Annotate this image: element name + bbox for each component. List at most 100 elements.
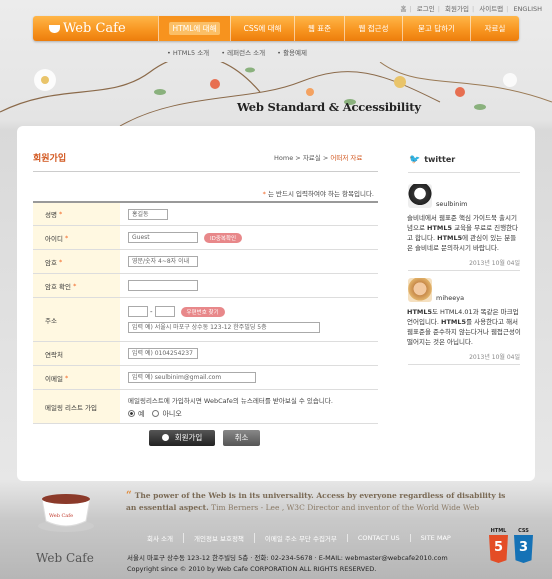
required-note: * 는 반드시 입력하여야 하는 항목입니다.: [263, 188, 374, 198]
join-button-label: 회원가입: [174, 433, 203, 442]
quote-mark-icon: “: [126, 490, 132, 501]
gnb-item-qna[interactable]: 묻고 답하기: [402, 16, 470, 41]
radio-no-label: 아니오: [162, 409, 182, 418]
password-input[interactable]: 영문/숫자 4~8자 이내: [128, 256, 198, 267]
cancel-button[interactable]: 취소: [223, 430, 260, 446]
badge-label: CSS: [518, 528, 529, 534]
form-label: 아이디 *: [33, 226, 120, 249]
sub-nav-item[interactable]: • 레퍼런스 소개: [221, 49, 265, 57]
form-value: 홍길동: [120, 203, 378, 225]
id-check-button[interactable]: ID중복확인: [204, 232, 243, 243]
form-value: 메일링리스트에 가입하시면 WebCafe의 뉴스레터를 받아보실 수 있습니다…: [120, 390, 378, 423]
sub-nav-item[interactable]: • 활용예제: [277, 49, 307, 57]
tweet-text: 슬비네에서 웹표준 핵심 가이드북 출시기념으로 HTML5 교육을 무료로 진…: [407, 213, 521, 253]
form-value: Guest ID중복확인: [120, 226, 378, 249]
join-form: 성명 * 홍길동 아이디 * Guest ID중복확인 암호 * 영문/숫자 4~…: [33, 201, 378, 424]
breadcrumb-section[interactable]: 자료실: [303, 154, 321, 162]
quote: “The power of the Web is in its universa…: [126, 490, 506, 514]
zip2-input[interactable]: [154, 306, 175, 317]
required-star-icon: *: [65, 233, 69, 242]
twitter-header: 🐦 twitter: [409, 155, 455, 165]
tweet-date: 2013년 10월 04일: [469, 260, 520, 267]
gnb-item-accessibility[interactable]: 웹 접근성: [344, 16, 402, 41]
footer-cup-label: Web Cafe: [49, 513, 74, 519]
tweet-divider: [408, 364, 520, 365]
footer-link-about[interactable]: 회사 소개: [137, 533, 183, 543]
footer-link-email-policy[interactable]: 이메일 주소 무단 수집거부: [253, 533, 347, 543]
radio-yes[interactable]: [128, 410, 135, 417]
breadcrumb-home[interactable]: Home: [274, 154, 293, 162]
quote-author: Tim Berners - Lee , W3C Director and inv…: [211, 503, 480, 512]
form-row-password: 암호 * 영문/숫자 4~8자 이내: [33, 250, 378, 274]
form-label: 메일링 리스트 가입: [33, 390, 120, 423]
email-label: 이메일: [45, 374, 63, 383]
form-row-mailing: 메일링 리스트 가입 메일링리스트에 가입하시면 WebCafe의 뉴스레터를 …: [33, 390, 378, 424]
form-value: 입력 예) 0104254237: [120, 342, 378, 365]
util-link-home[interactable]: 홈: [401, 5, 407, 13]
gnb-item-css[interactable]: CSS에 대해: [230, 16, 294, 41]
page-title: 회원가입: [33, 154, 67, 164]
join-button[interactable]: 회원가입: [149, 430, 215, 446]
gnb-label: 묻고 답하기: [418, 24, 455, 33]
html5-badge-icon: 5: [489, 535, 508, 563]
name-label: 성명: [45, 211, 57, 219]
gnb-item-webstandard[interactable]: 웹 표준: [294, 16, 344, 41]
breadcrumb-separator: >: [322, 154, 329, 162]
tweet-text-bold: HTML5: [441, 318, 467, 326]
sub-nav-item[interactable]: • HTML5 소개: [167, 49, 209, 57]
email-input[interactable]: 입력 예) seulbinim@gmail.com: [128, 372, 256, 383]
gnb-label: 웹 표준: [307, 24, 332, 33]
id-label: 아이디: [45, 234, 63, 243]
name-input[interactable]: 홍길동: [128, 208, 168, 220]
banner-floral-decoration: [0, 62, 552, 126]
avatar: [408, 278, 432, 302]
zip1-input[interactable]: [128, 306, 148, 317]
tweet-username[interactable]: miheeya: [436, 294, 464, 302]
footer-address: 서울시 마포구 상수동 123-12 한주빌딩 5층 · 전화: 02-234-…: [127, 554, 448, 562]
footer-link-privacy[interactable]: 개인정보 보호정책: [183, 533, 254, 543]
phone-input[interactable]: 입력 예) 0104254237: [128, 348, 198, 359]
footer-logo: Web Cafe: [36, 551, 94, 565]
gnb-label: HTML에 대해: [168, 22, 221, 35]
required-star-icon: *: [65, 373, 69, 382]
utility-nav: 홈 | 로그인 | 회원가입 | 사이트맵 | ENGLISH: [400, 5, 542, 13]
tweet-username[interactable]: seulbinim: [436, 200, 468, 208]
mailing-radios: 예 아니오: [128, 409, 378, 419]
badge-number: 5: [493, 540, 504, 555]
util-link-join[interactable]: 회원가입: [445, 5, 469, 13]
form-label: 암호 *: [33, 250, 120, 273]
form-row-id: 아이디 * Guest ID중복확인: [33, 226, 378, 250]
required-star-icon: *: [59, 210, 63, 218]
gnb-item-html[interactable]: HTML에 대해: [158, 16, 230, 41]
tweet-text-bold: HTML5: [407, 308, 433, 316]
twitter-divider: [408, 172, 520, 173]
password-confirm-label: 암호 확인: [45, 282, 71, 291]
breadcrumb: Home > 자료실 > 어떠저 자료: [274, 152, 362, 162]
address-input[interactable]: 입력 예) 서울시 마포구 상수동 123-12 한주빌딩 5층: [128, 322, 320, 333]
site-logo[interactable]: Web Cafe: [33, 16, 148, 41]
sub-nav: • HTML5 소개 • 레퍼런스 소개 • 활용예제: [167, 47, 317, 57]
footer-copyright: Copyright since © 2010 by Web Cafe CORPO…: [127, 565, 377, 573]
footer-link-sitemap[interactable]: SITE MAP: [409, 534, 461, 542]
badge-label: HTML: [490, 528, 507, 534]
phone-label: 연락처: [45, 350, 63, 359]
util-link-sitemap[interactable]: 사이트맵: [479, 5, 503, 13]
radio-no[interactable]: [152, 410, 160, 417]
user-icon: [161, 434, 169, 441]
gnb-label: CSS에 대해: [243, 24, 282, 33]
mailing-description: 메일링리스트에 가입하시면 WebCafe의 뉴스레터를 받아보실 수 있습니다…: [128, 396, 333, 405]
gnb-label: 웹 접근성: [358, 24, 389, 33]
twitter-title: twitter: [424, 155, 456, 164]
required-star-icon: *: [59, 257, 63, 266]
id-input[interactable]: Guest: [128, 232, 198, 243]
util-link-english[interactable]: ENGLISH: [513, 5, 542, 13]
coffee-cup-icon: [49, 25, 60, 33]
zip-search-button[interactable]: 우편번호 찾기: [180, 306, 225, 317]
footer-link-contact[interactable]: CONTACT US: [346, 534, 410, 542]
util-link-login[interactable]: 로그인: [417, 5, 435, 13]
gnb-item-library[interactable]: 자료실: [470, 16, 519, 41]
form-label: 암호 확인 *: [33, 274, 120, 297]
form-label: 연락처: [33, 342, 120, 365]
password-confirm-input[interactable]: [128, 280, 198, 291]
form-row-password-confirm: 암호 확인 *: [33, 274, 378, 298]
